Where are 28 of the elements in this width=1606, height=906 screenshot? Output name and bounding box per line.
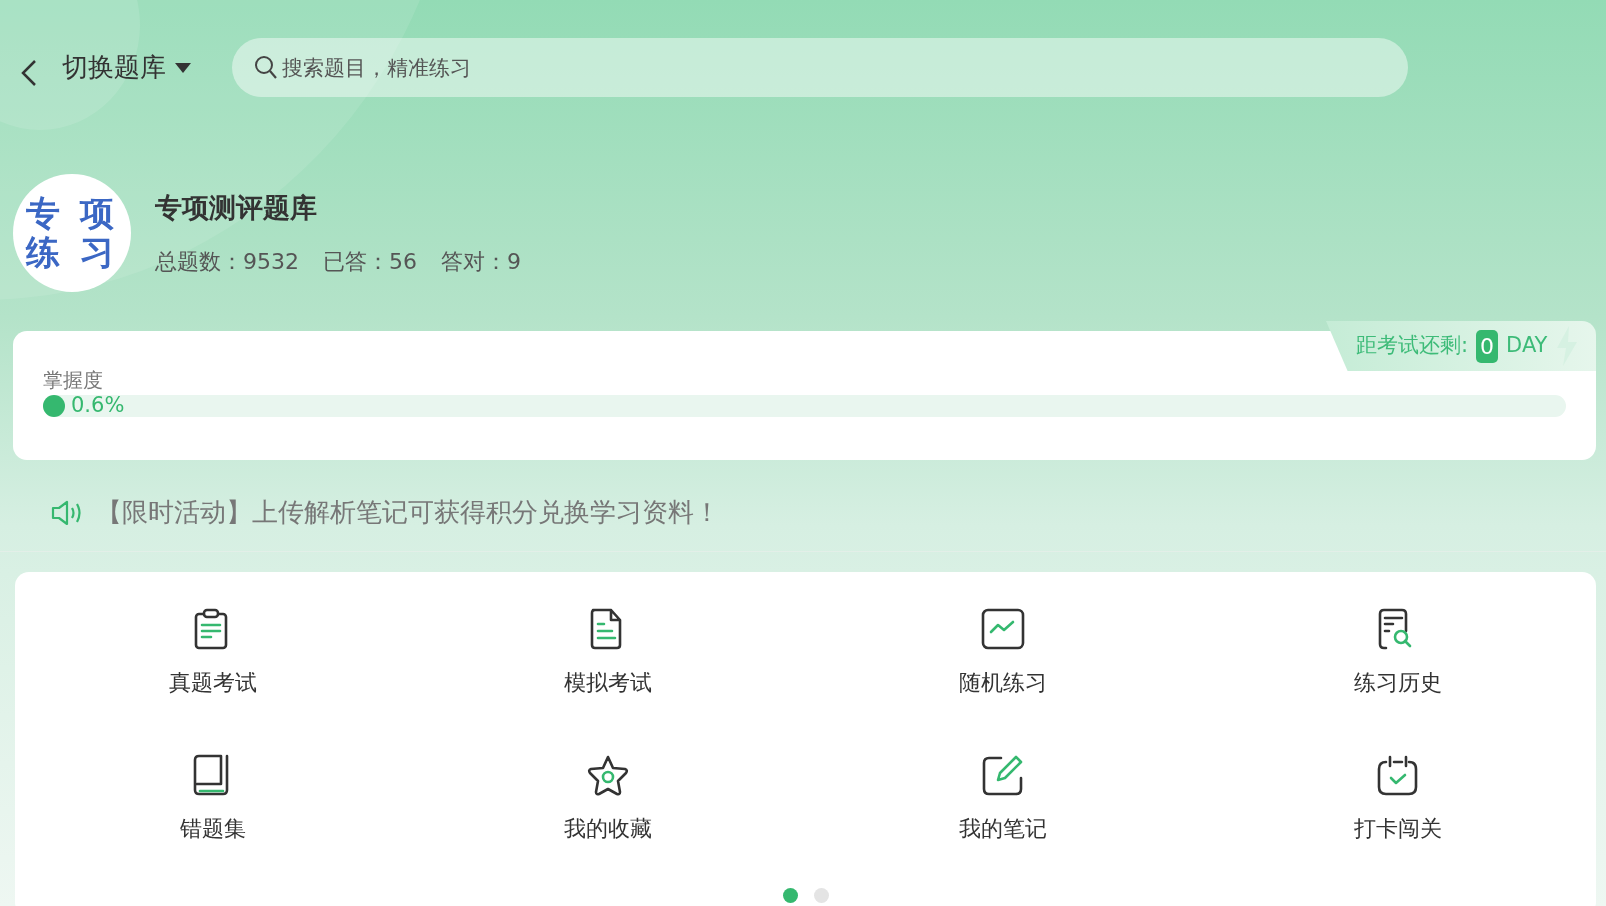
stat-text: 答对：9 (441, 247, 521, 276)
stat-text: 总题数：9532 (155, 247, 299, 276)
countdown-days: 0 (1476, 329, 1499, 363)
feature-link[interactable]: 打卡闯关 (1354, 812, 1443, 845)
feature-link[interactable]: 我的收藏 (563, 812, 652, 845)
back-icon[interactable] (20, 57, 38, 88)
feature-link[interactable]: 随机练习 (959, 666, 1048, 699)
feature-link[interactable]: 模拟考试 (563, 666, 652, 699)
countdown-unit: DAY (1506, 332, 1548, 360)
bank-title: 专项测评题库 (155, 191, 318, 226)
feature-link[interactable]: 我的笔记 (959, 812, 1048, 845)
bank-logo: 专 项 练 习 (13, 174, 131, 292)
feature-link[interactable]: 错题集 (179, 812, 246, 845)
countdown-label: 距考试还剩: (1356, 332, 1469, 360)
notice-text: 【限时活动】上传解析笔记可获得积分兑换学习资料！ (96, 496, 720, 529)
feature-link[interactable]: 真题考试 (168, 666, 257, 699)
stat-text: 已答：56 (323, 247, 417, 276)
page-dot[interactable] (782, 888, 798, 903)
search-icon (254, 55, 278, 81)
chart-icon (981, 608, 1026, 652)
switch-bank-dropdown[interactable]: 切换题库 (62, 48, 192, 87)
speaker-icon (50, 498, 84, 527)
mastery-label: 掌握度 (43, 367, 104, 394)
page-dot[interactable] (813, 888, 829, 903)
feature-link[interactable]: 练习历史 (1354, 666, 1443, 699)
caret-icon (174, 61, 192, 74)
star-icon (585, 754, 630, 798)
mastery-reading: 0.6% (71, 392, 125, 420)
